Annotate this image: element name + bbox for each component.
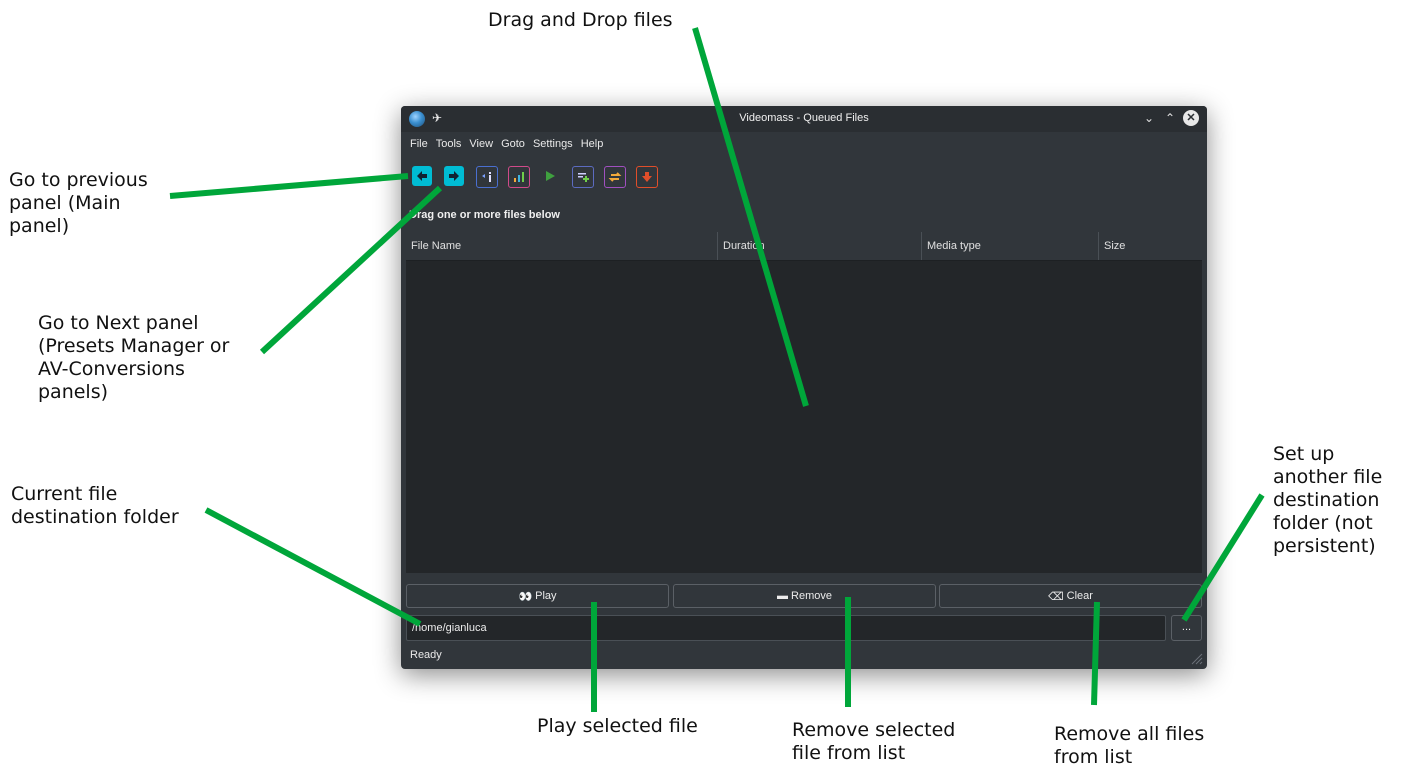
play-button-label: Play — [535, 590, 557, 602]
window-title: Videomass - Queued Files — [739, 112, 869, 124]
drag-files-label: Drag one or more files below — [409, 209, 560, 221]
remove-button[interactable]: ▬ Remove — [673, 584, 936, 608]
annotation-line: Go to previous — [9, 169, 148, 191]
column-media-type[interactable]: Media type — [921, 232, 1098, 260]
download-icon[interactable] — [636, 166, 658, 188]
play-button[interactable]: 👀 Play — [406, 584, 669, 608]
column-size[interactable]: Size — [1098, 232, 1202, 260]
menu-tools[interactable]: Tools — [432, 134, 466, 150]
app-window: ✈ Videomass - Queued Files ⌄ ⌃ ✕ File Too… — [401, 106, 1207, 669]
info-icon[interactable] — [476, 166, 498, 188]
destination-path-field[interactable]: /home/gianluca — [406, 615, 1166, 641]
file-list[interactable]: File Name Duration Media type Size — [406, 232, 1202, 573]
annotation-line: another file — [1273, 466, 1383, 488]
annotation-line: Set up — [1273, 443, 1335, 465]
annotation-remove-selected: Remove selected file from list — [792, 719, 955, 765]
line-destination-folder — [204, 507, 422, 627]
list-header: File Name Duration Media type Size — [406, 232, 1202, 261]
annotation-line: Remove selected — [792, 719, 956, 741]
annotation-next-panel: Go to Next panel (Presets Manager or AV-… — [38, 312, 229, 404]
convert-icon[interactable] — [604, 166, 626, 188]
annotation-line: destination folder — [11, 506, 179, 528]
annotation-line: AV-Conversions — [38, 358, 185, 380]
annotation-line: (Presets Manager or — [38, 335, 230, 357]
menu-settings[interactable]: Settings — [529, 134, 577, 150]
browse-destination-button[interactable]: ... — [1171, 615, 1202, 641]
close-icon[interactable]: ✕ — [1183, 110, 1199, 126]
maximize-icon[interactable]: ⌃ — [1162, 110, 1178, 126]
annotation-line: Remove all files — [1054, 723, 1205, 745]
backspace-icon: ⌫ — [1048, 590, 1064, 603]
eyes-icon: 👀 — [518, 590, 533, 603]
status-text: Ready — [410, 649, 442, 661]
menu-help[interactable]: Help — [577, 134, 608, 150]
annotation-previous-panel: Go to previous panel (Main panel) — [9, 169, 148, 238]
menu-goto[interactable]: Goto — [497, 134, 529, 150]
go-next-icon[interactable] — [444, 166, 464, 186]
minus-icon: ▬ — [777, 590, 789, 602]
clear-button-label: Clear — [1066, 590, 1093, 602]
remove-button-label: Remove — [791, 590, 832, 602]
column-duration[interactable]: Duration — [717, 232, 921, 260]
clear-button[interactable]: ⌫ Clear — [939, 584, 1202, 608]
annotation-line: panel) — [9, 215, 70, 237]
menu-file[interactable]: File — [401, 134, 432, 150]
annotation-line: destination — [1273, 489, 1380, 511]
play-icon[interactable] — [540, 166, 560, 186]
annotation-drag-drop: Drag and Drop files — [488, 9, 673, 31]
go-previous-icon[interactable] — [412, 166, 432, 186]
chart-icon[interactable] — [508, 166, 530, 188]
line-previous-panel — [169, 173, 409, 199]
annotation-setup-folder: Set up another file destination folder (… — [1273, 443, 1382, 558]
column-file-name[interactable]: File Name — [406, 232, 717, 260]
menu-bar: File Tools View Goto Settings Help — [401, 134, 1207, 156]
annotation-line: Current file — [11, 483, 118, 505]
annotation-line: panels) — [38, 381, 109, 403]
minimize-icon[interactable]: ⌄ — [1141, 110, 1157, 126]
add-list-icon[interactable] — [572, 166, 594, 188]
resize-grip-icon[interactable] — [1189, 651, 1203, 665]
annotation-destination-folder: Current file destination folder — [11, 483, 179, 529]
annotation-line: persistent) — [1273, 535, 1376, 557]
annotation-line: from list — [1054, 746, 1133, 768]
annotation-line: file from list — [792, 742, 906, 764]
title-bar[interactable]: ✈ Videomass - Queued Files ⌄ ⌃ ✕ — [401, 106, 1207, 132]
menu-view[interactable]: View — [465, 134, 497, 150]
annotation-remove-all: Remove all files from list — [1054, 723, 1204, 769]
annotation-line: folder (not — [1273, 512, 1373, 534]
action-buttons: 👀 Play ▬ Remove ⌫ Clear — [406, 584, 1202, 610]
annotation-line: Go to Next panel — [38, 312, 199, 334]
annotation-line: panel (Main — [9, 192, 121, 214]
annotation-play-selected: Play selected file — [537, 715, 698, 737]
